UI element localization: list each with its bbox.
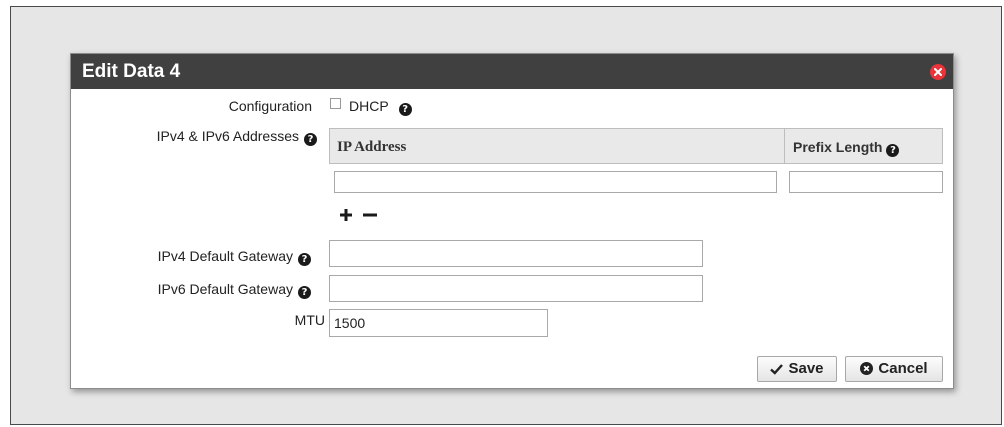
ipv6-gateway-label-group: IPv6 Default Gateway? — [158, 281, 311, 299]
ipv4-gateway-label: IPv4 Default Gateway — [157, 248, 293, 264]
dhcp-label: DHCP — [349, 98, 389, 114]
addresses-label: IPv4 & IPv6 Addresses — [156, 128, 299, 144]
plus-icon[interactable] — [338, 207, 354, 223]
ipv4-gateway-input[interactable] — [329, 240, 703, 267]
configuration-label: Configuration — [228, 98, 312, 114]
prefix-length-header-label: Prefix Length — [793, 139, 883, 155]
prefix-length-help-icon[interactable]: ? — [886, 144, 900, 157]
ip-address-input[interactable] — [334, 171, 777, 193]
dhcp-label-group: DHCP? — [349, 98, 412, 116]
save-button[interactable]: Save — [757, 356, 837, 382]
addresses-help-icon[interactable]: ? — [304, 133, 317, 146]
mtu-input[interactable] — [329, 309, 548, 337]
addresses-label-group: IPv4 & IPv6 Addresses? — [157, 128, 317, 146]
edit-dialog: Edit Data 4 Configuration DHCP? IPv4 & I… — [70, 53, 954, 389]
ipv6-gateway-input[interactable] — [329, 275, 703, 302]
checkmark-icon — [770, 362, 784, 379]
ipv4-gateway-label-group: IPv4 Default Gateway? — [158, 248, 311, 266]
dialog-title: Edit Data 4 — [82, 61, 181, 82]
ipv6-gateway-help-icon[interactable]: ? — [298, 286, 311, 299]
prefix-length-input[interactable] — [789, 171, 943, 193]
mtu-label: MTU — [294, 312, 325, 328]
mtu-label-group: MTU — [295, 312, 325, 328]
ipv4-gateway-help-icon[interactable]: ? — [298, 253, 311, 266]
cancel-button-label: Cancel — [878, 359, 928, 377]
ip-address-column-header: IP Address — [330, 129, 785, 163]
prefix-length-column-header: Prefix Length? — [785, 129, 942, 163]
close-icon[interactable] — [930, 64, 946, 80]
cancel-button[interactable]: Cancel — [845, 356, 943, 382]
dialog-titlebar: Edit Data 4 — [71, 54, 953, 89]
save-button-label: Save — [788, 359, 824, 377]
dhcp-checkbox[interactable] — [330, 98, 341, 109]
dhcp-help-icon[interactable]: ? — [398, 103, 412, 116]
ip-address-table: IP Address Prefix Length? — [329, 128, 943, 164]
minus-icon[interactable] — [362, 207, 378, 223]
ipv6-gateway-label: IPv6 Default Gateway — [157, 281, 293, 297]
cancel-icon — [860, 361, 874, 379]
